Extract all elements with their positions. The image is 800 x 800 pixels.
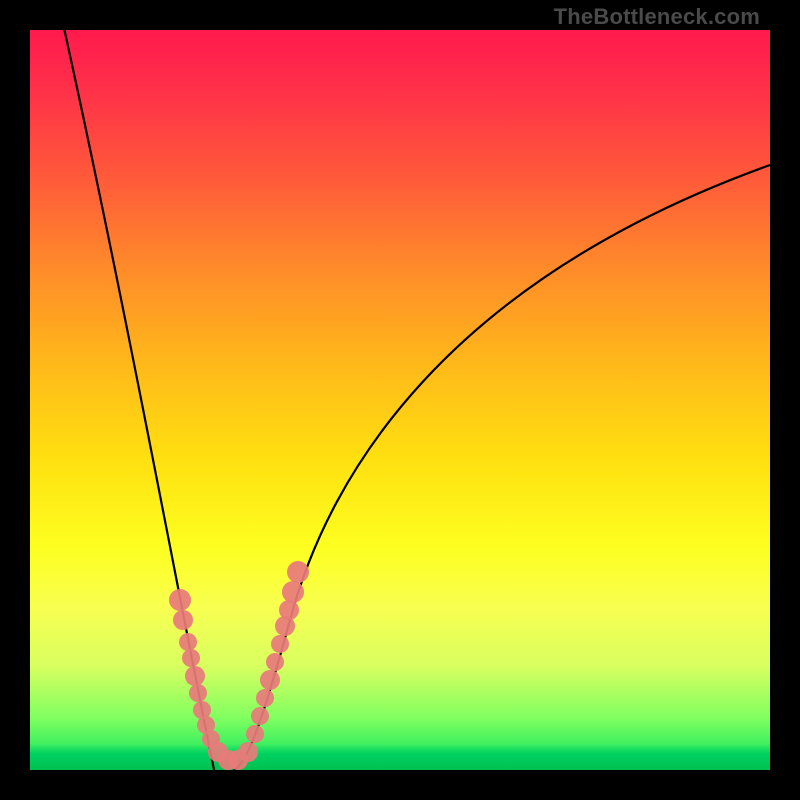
bead: [266, 653, 284, 671]
bead: [256, 689, 274, 707]
chart-frame: [30, 30, 770, 770]
bead: [271, 635, 289, 653]
bead: [238, 742, 258, 762]
bead: [279, 600, 299, 620]
bead: [287, 561, 309, 583]
bead: [179, 633, 197, 651]
curve-canvas: [30, 30, 770, 770]
bead: [251, 707, 269, 725]
bead: [189, 684, 207, 702]
bead: [260, 670, 280, 690]
right-curve: [230, 165, 770, 770]
left-curve: [60, 30, 233, 770]
bead: [282, 581, 304, 603]
bead: [169, 589, 191, 611]
bead: [246, 725, 264, 743]
bead: [182, 649, 200, 667]
bead: [185, 666, 205, 686]
watermark-text: TheBottleneck.com: [554, 4, 760, 30]
bead: [173, 610, 193, 630]
bead-group: [169, 561, 309, 770]
